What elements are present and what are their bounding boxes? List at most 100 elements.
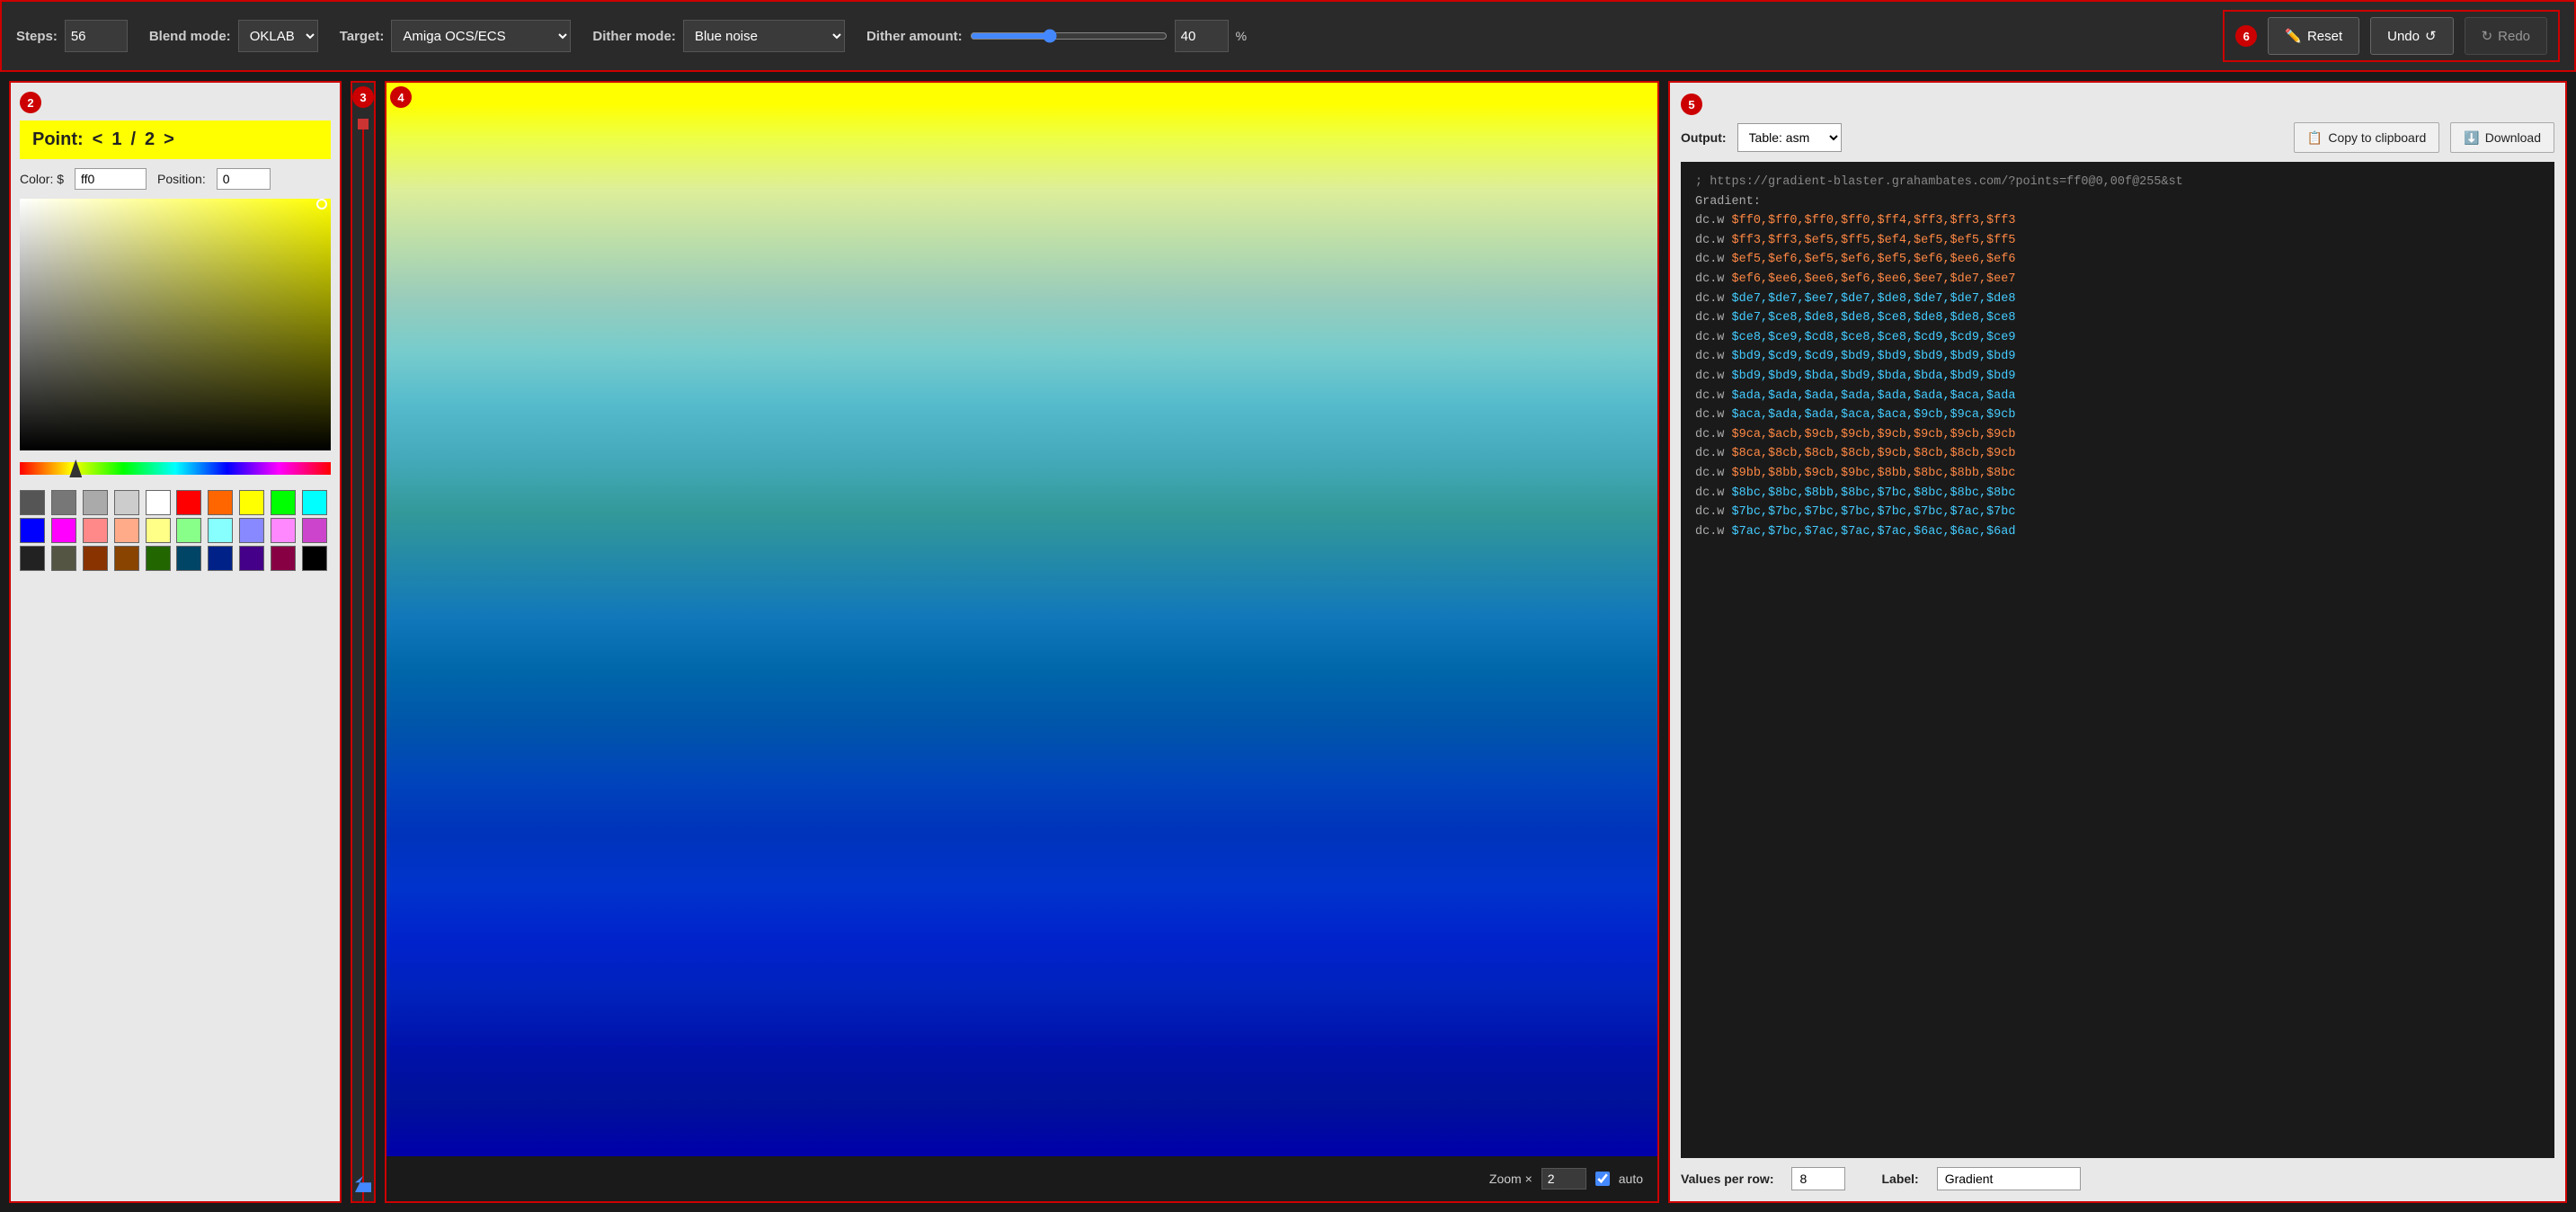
- swatch-navy[interactable]: [208, 546, 233, 571]
- color-fields: Color: $ Position:: [20, 168, 331, 190]
- swatch-blue[interactable]: [20, 518, 45, 543]
- auto-label[interactable]: auto: [1619, 1172, 1643, 1186]
- swatch-gray[interactable]: [51, 490, 76, 515]
- label-label: Label:: [1881, 1172, 1918, 1186]
- download-icon: ⬇️: [2464, 130, 2479, 146]
- color-gradient-picker[interactable]: [20, 199, 331, 450]
- swatch-pink[interactable]: [83, 518, 108, 543]
- swatch-verydark[interactable]: [20, 546, 45, 571]
- swatch-silver[interactable]: [114, 490, 139, 515]
- undo-label: Undo: [2387, 29, 2420, 44]
- steps-label: Steps:: [16, 29, 58, 44]
- point-label: Point:: [32, 129, 84, 150]
- swatch-red[interactable]: [176, 490, 201, 515]
- hue-slider-track: [20, 462, 331, 475]
- swatch-magenta[interactable]: [51, 518, 76, 543]
- position-label: Position:: [157, 172, 206, 186]
- steps-input[interactable]: [65, 20, 128, 52]
- blend-mode-select[interactable]: OKLAB RGB HSL LAB: [238, 20, 318, 52]
- label-input[interactable]: [1937, 1167, 2081, 1190]
- swatch-lavender[interactable]: [271, 518, 296, 543]
- swatch-yellow[interactable]: [239, 490, 264, 515]
- redo-button[interactable]: ↻ Redo: [2465, 17, 2547, 55]
- color-label: Color: $: [20, 172, 64, 186]
- copy-label: Copy to clipboard: [2328, 130, 2426, 145]
- dither-mode-select[interactable]: Blue noise Ordered Floyd-Steinberg None: [683, 20, 845, 52]
- swatch-lightgreen[interactable]: [176, 518, 201, 543]
- code-line-13: dc.w $8ca,$8cb,$8cb,$8cb,$9cb,$8cb,$8cb,…: [1695, 444, 2540, 464]
- panel-4-header: 4: [390, 86, 412, 108]
- point-current: 1: [111, 129, 121, 150]
- code-line-3: dc.w $ef5,$ef6,$ef5,$ef6,$ef5,$ef6,$ee6,…: [1695, 250, 2540, 270]
- swatch-brown[interactable]: [83, 546, 108, 571]
- undo-button[interactable]: Undo ↺: [2370, 17, 2453, 55]
- values-per-row-input[interactable]: [1791, 1167, 1845, 1190]
- swatch-orange[interactable]: [208, 490, 233, 515]
- reset-button[interactable]: ✏️ Reset: [2268, 17, 2359, 55]
- blend-mode-label: Blend mode:: [149, 29, 231, 44]
- values-per-row-label: Values per row:: [1681, 1172, 1773, 1186]
- zoom-bar: Zoom × auto: [386, 1156, 1657, 1201]
- dither-amount-input[interactable]: [1175, 20, 1229, 52]
- swatch-purple[interactable]: [302, 518, 327, 543]
- point-next-button[interactable]: >: [164, 129, 174, 150]
- zoom-label: Zoom ×: [1489, 1172, 1532, 1186]
- dither-amount-slider[interactable]: [970, 29, 1168, 43]
- output-format-select[interactable]: Table: asm Table: c Palette: asm Palette…: [1737, 123, 1842, 152]
- swatch-teal[interactable]: [176, 546, 201, 571]
- gradient-display: [386, 83, 1657, 1156]
- swatch-white[interactable]: [146, 490, 171, 515]
- badge-3: 3: [352, 86, 374, 108]
- point-prev-button[interactable]: <: [93, 129, 103, 150]
- pencil-icon: ✏️: [2285, 28, 2302, 44]
- point-separator: /: [130, 129, 136, 150]
- panel-3-header: 3: [352, 83, 374, 111]
- point-total: 2: [145, 129, 155, 150]
- hue-slider-container[interactable]: [20, 459, 331, 477]
- code-line-7: dc.w $ce8,$ce9,$cd8,$ce8,$ce8,$cd9,$cd9,…: [1695, 328, 2540, 348]
- blend-mode-group: Blend mode: OKLAB RGB HSL LAB: [149, 20, 318, 52]
- zoom-input[interactable]: [1541, 1168, 1586, 1190]
- download-button[interactable]: ⬇️ Download: [2450, 122, 2554, 153]
- code-line-14: dc.w $9bb,$8bb,$9cb,$9bc,$8bb,$8bc,$8bb,…: [1695, 464, 2540, 484]
- timeline-point-top[interactable]: [358, 119, 369, 129]
- redo-icon: ↻: [2482, 28, 2493, 44]
- copy-to-clipboard-button[interactable]: 📋 Copy to clipboard: [2294, 122, 2439, 153]
- swatch-indigo[interactable]: [239, 546, 264, 571]
- timeline-track: [352, 119, 374, 1201]
- badge-5: 5: [1681, 94, 1702, 115]
- gradient-handle[interactable]: [316, 199, 327, 209]
- target-select[interactable]: Amiga OCS/ECS C64 NES Custom: [391, 20, 571, 52]
- swatch-peach[interactable]: [114, 518, 139, 543]
- dither-mode-label: Dither mode:: [592, 29, 676, 44]
- code-output-area: ; https://gradient-blaster.grahambates.c…: [1681, 162, 2554, 1158]
- code-line-11: dc.w $aca,$ada,$ada,$aca,$aca,$9cb,$9ca,…: [1695, 405, 2540, 425]
- position-input[interactable]: [217, 168, 271, 190]
- code-line-comment: ; https://gradient-blaster.grahambates.c…: [1695, 173, 2540, 192]
- swatch-lightyellow[interactable]: [146, 518, 171, 543]
- swatch-lightgray[interactable]: [83, 490, 108, 515]
- target-label: Target:: [340, 29, 385, 44]
- code-line-5: dc.w $de7,$de7,$ee7,$de7,$de8,$de7,$de7,…: [1695, 290, 2540, 309]
- auto-checkbox[interactable]: [1595, 1172, 1610, 1186]
- swatch-maroon[interactable]: [271, 546, 296, 571]
- main-area: 2 Point: < 1 / 2 > Color: $ Position:: [0, 72, 2576, 1212]
- swatch-darkgray[interactable]: [20, 490, 45, 515]
- swatch-lightcyan[interactable]: [208, 518, 233, 543]
- output-label: Output:: [1681, 130, 1727, 145]
- swatch-black[interactable]: [302, 546, 327, 571]
- swatch-periwinkle[interactable]: [239, 518, 264, 543]
- dither-amount-label: Dither amount:: [866, 29, 963, 44]
- swatch-cyan[interactable]: [302, 490, 327, 515]
- swatch-darkolive[interactable]: [51, 546, 76, 571]
- swatch-darkbrown[interactable]: [114, 546, 139, 571]
- gradient-preview-panel: 4 Zoom × auto: [385, 81, 1659, 1203]
- badge-2: 2: [20, 92, 41, 113]
- undo-icon: ↺: [2425, 28, 2437, 44]
- redo-label: Redo: [2498, 29, 2530, 44]
- swatch-darkgreen[interactable]: [146, 546, 171, 571]
- code-line-17: dc.w $7ac,$7bc,$7ac,$7ac,$7ac,$6ac,$6ac,…: [1695, 522, 2540, 542]
- color-hex-input[interactable]: [75, 168, 147, 190]
- swatch-green[interactable]: [271, 490, 296, 515]
- code-line-15: dc.w $8bc,$8bc,$8bb,$8bc,$7bc,$8bc,$8bc,…: [1695, 484, 2540, 504]
